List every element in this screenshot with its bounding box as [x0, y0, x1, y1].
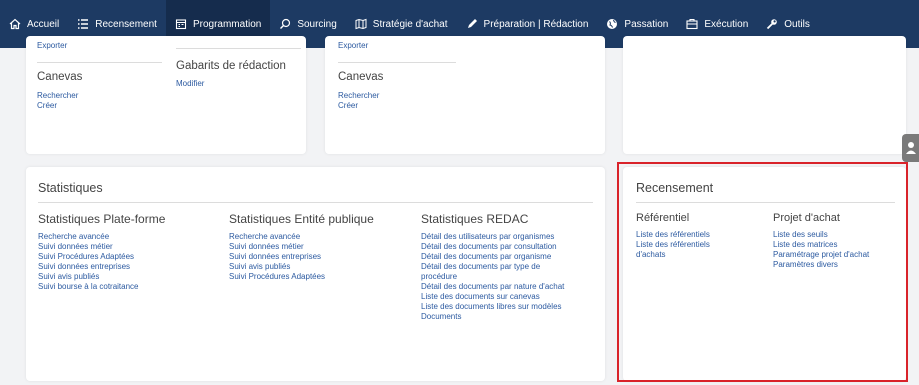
search-icon: [280, 18, 291, 29]
column-title: Statistiques Plate-forme: [38, 212, 166, 226]
stats-col-entite: Statistiques Entité publique Recherche a…: [229, 212, 409, 282]
statistiques-title: Statistiques: [38, 181, 103, 195]
stats-link[interactable]: Suivi bourse à la cotraitance: [38, 282, 218, 292]
map-icon: [355, 18, 367, 30]
stats-link[interactable]: Détail des utilisateurs par organismes: [421, 232, 593, 242]
stats-link[interactable]: Suivi données métier: [38, 242, 218, 252]
stats-link[interactable]: Détail des documents par organisme: [421, 252, 593, 262]
divider: [176, 48, 301, 49]
stats-link[interactable]: Liste des documents sur canevas: [421, 292, 593, 302]
nav-label: Recensement: [95, 18, 157, 30]
export-link[interactable]: Exporter: [37, 41, 67, 51]
column-title: Projet d'achat: [773, 212, 840, 224]
user-icon: [906, 142, 916, 154]
column-title: Statistiques Entité publique: [229, 212, 374, 226]
stats-link[interactable]: Suivi Procédures Adaptées: [229, 272, 409, 282]
recensement-link[interactable]: Liste des matrices: [773, 240, 898, 250]
gabarits-title: Gabarits de rédaction: [176, 60, 286, 72]
recensement-link[interactable]: Liste des référentiels: [636, 230, 761, 240]
canevas-title: Canevas: [37, 71, 83, 83]
stats-link[interactable]: Suivi avis publiés: [38, 272, 218, 282]
nav-label: Programmation: [192, 18, 262, 30]
stats-link[interactable]: Suivi données entreprises: [229, 252, 409, 262]
globe-icon: [607, 19, 618, 29]
nav-label: Outils: [784, 18, 810, 30]
recensement-title: Recensement: [636, 181, 714, 195]
divider: [37, 62, 162, 63]
stats-col-plateforme: Statistiques Plate-forme Recherche avanc…: [38, 212, 218, 292]
stats-link[interactable]: Suivi données métier: [229, 242, 409, 252]
recensement-link[interactable]: Liste des seuils: [773, 230, 898, 240]
list-icon: [78, 19, 89, 29]
stats-link[interactable]: Détail des documents par nature d'achat: [421, 282, 593, 292]
divider: [636, 202, 895, 203]
divider: [338, 62, 456, 63]
recensement-col-projet: Projet d'achat Liste des seuils Liste de…: [773, 212, 898, 270]
nav-label: Sourcing: [297, 18, 337, 30]
column-title: Statistiques REDAC: [421, 212, 529, 226]
user-side-button[interactable]: [902, 134, 919, 162]
stats-link[interactable]: Suivi données entreprises: [38, 262, 218, 272]
pen-icon: [467, 19, 477, 28]
stats-link[interactable]: Détail des documents par consultation: [421, 242, 593, 252]
column-title: Référentiel: [636, 212, 690, 224]
home-icon: [9, 18, 21, 30]
nav-label: Passation: [624, 18, 669, 30]
card-recensement: [623, 167, 906, 381]
card-empty: [623, 36, 906, 154]
recensement-link[interactable]: Paramètres divers: [773, 260, 898, 270]
canevas-create-link[interactable]: Créer: [338, 101, 358, 111]
nav-label: Exécution: [704, 18, 749, 30]
calendar-icon: [175, 19, 187, 30]
recensement-link[interactable]: Paramétrage projet d'achat: [773, 250, 898, 260]
stats-link[interactable]: Liste des documents libres sur modèles D…: [421, 302, 591, 322]
nav-label: Stratégie d'achat: [372, 18, 448, 30]
canevas-title: Canevas: [338, 71, 384, 83]
divider: [38, 202, 593, 203]
stats-link[interactable]: Suivi avis publiés: [229, 262, 409, 272]
stats-col-redac: Statistiques REDAC Détail des utilisateu…: [421, 212, 593, 322]
canevas-search-link[interactable]: Rechercher: [37, 91, 78, 101]
canevas-search-link[interactable]: Rechercher: [338, 91, 379, 101]
gabarits-modify-link[interactable]: Modifier: [176, 79, 204, 89]
stats-link[interactable]: Recherche avancée: [229, 232, 409, 242]
canevas-create-link[interactable]: Créer: [37, 101, 57, 111]
recensement-col-referentiel: Référentiel Liste des référentiels Liste…: [636, 212, 761, 260]
stats-link[interactable]: Détail des documents par type de procédu…: [421, 262, 561, 282]
briefcase-icon: [686, 18, 698, 30]
stats-link[interactable]: Recherche avancée: [38, 232, 218, 242]
recensement-link[interactable]: Liste des référentiels d'achats: [636, 240, 736, 260]
nav-label: Accueil: [27, 18, 60, 30]
export-link[interactable]: Exporter: [338, 41, 368, 51]
wrench-icon: [767, 19, 778, 30]
nav-label: Préparation | Rédaction: [483, 18, 589, 30]
stats-link[interactable]: Suivi Procédures Adaptées: [38, 252, 218, 262]
